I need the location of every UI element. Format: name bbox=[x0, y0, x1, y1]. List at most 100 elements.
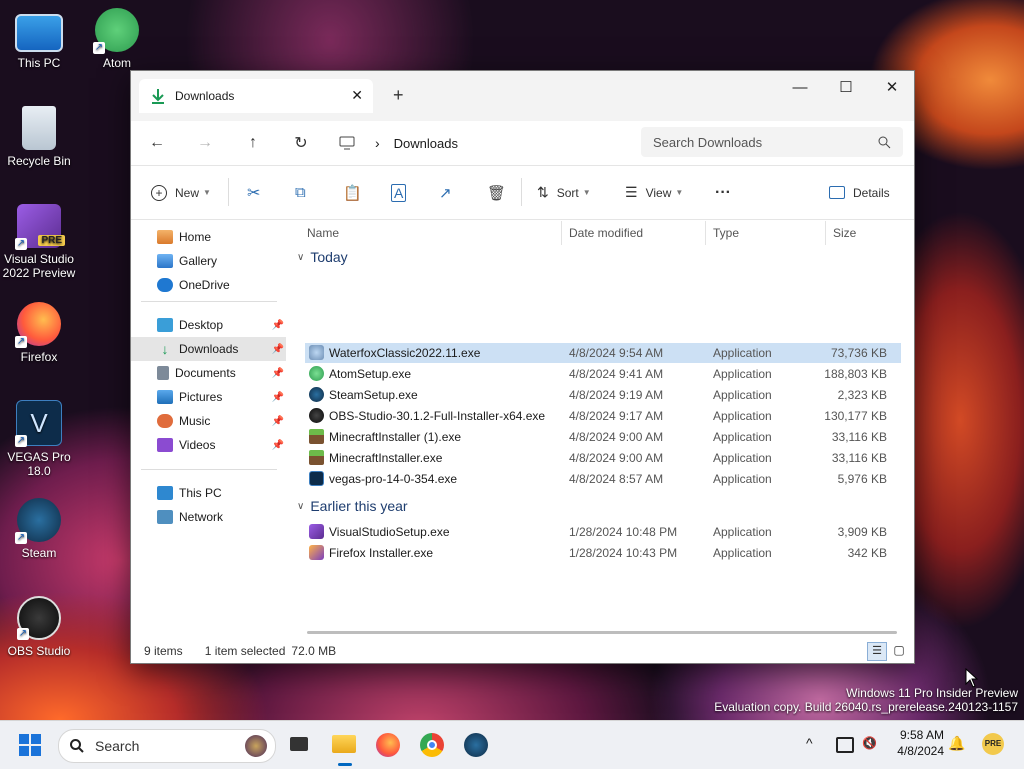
file-row[interactable]: VisualStudioSetup.exe 1/28/2024 10:48 PM… bbox=[305, 522, 901, 542]
copy-button[interactable]: ⧉ bbox=[295, 166, 306, 219]
taskbar-file-explorer[interactable] bbox=[330, 731, 358, 766]
tab-downloads[interactable]: Downloads ✕ bbox=[139, 79, 373, 113]
delete-button[interactable]: 🗑 bbox=[487, 166, 506, 219]
horizontal-scrollbar[interactable] bbox=[307, 631, 897, 634]
sidebar-item-label: Gallery bbox=[179, 254, 218, 268]
minimize-button[interactable]: — bbox=[777, 75, 823, 101]
maximize-button[interactable]: ☐ bbox=[823, 75, 869, 101]
file-row[interactable]: vegas-pro-14-0-354.exe 4/8/2024 8:57 AM … bbox=[305, 469, 901, 489]
details-view-button[interactable]: ☰ bbox=[867, 642, 887, 661]
sidebar-item-downloads[interactable]: ↓ Downloads 📌 bbox=[131, 337, 286, 361]
desktop-icon-obs-studio[interactable]: ↗ OBS Studio bbox=[1, 596, 77, 658]
share-button[interactable]: ↗ bbox=[439, 166, 452, 219]
close-button[interactable]: ✕ bbox=[869, 75, 915, 101]
desktop-icon-recycle-bin[interactable]: Recycle Bin bbox=[1, 106, 77, 168]
sidebar-item-pictures[interactable]: Pictures 📌 bbox=[131, 385, 286, 409]
rename-button[interactable]: A bbox=[391, 166, 407, 219]
taskbar-chrome[interactable] bbox=[418, 731, 446, 759]
close-tab-icon[interactable]: ✕ bbox=[351, 87, 363, 104]
download-icon bbox=[152, 89, 164, 104]
column-divider bbox=[825, 221, 826, 245]
new-tab-button[interactable]: + bbox=[393, 85, 404, 106]
details-pane-button[interactable]: Details bbox=[829, 166, 890, 219]
group-label: Earlier this year bbox=[310, 498, 408, 514]
file-row[interactable]: Firefox Installer.exe 1/28/2024 10:43 PM… bbox=[305, 543, 901, 563]
task-view-button[interactable] bbox=[286, 731, 314, 759]
file-date: 4/8/2024 9:00 AM bbox=[569, 451, 664, 465]
desktop-icon-steam[interactable]: ↗ Steam bbox=[1, 498, 77, 560]
vegas-pro-icon: V ↗ bbox=[15, 400, 62, 447]
scissors-icon: ✂ bbox=[247, 184, 261, 202]
sidebar-divider bbox=[141, 469, 277, 470]
search-highlight-icon bbox=[245, 735, 267, 757]
taskbar-firefox[interactable] bbox=[374, 731, 402, 759]
file-type: Application bbox=[713, 346, 772, 360]
desktop-icon-firefox[interactable]: ↗ Firefox bbox=[1, 302, 77, 364]
sidebar-item-music[interactable]: Music 📌 bbox=[131, 409, 286, 433]
mouse-cursor-icon bbox=[965, 668, 979, 688]
tiles-view-button[interactable]: ▢ bbox=[891, 642, 907, 658]
desktop-icon-label: Firefox bbox=[20, 350, 58, 364]
file-size: 342 KB bbox=[847, 546, 887, 560]
sidebar-item-desktop[interactable]: Desktop 📌 bbox=[131, 313, 286, 337]
file-row[interactable]: AtomSetup.exe 4/8/2024 9:41 AM Applicati… bbox=[305, 364, 901, 384]
group-header-earlier-this-year[interactable]: ∨ Earlier this year bbox=[297, 498, 408, 514]
file-row[interactable]: MinecraftInstaller (1).exe 4/8/2024 9:00… bbox=[305, 427, 901, 447]
insider-badge-icon[interactable]: PRE bbox=[982, 733, 1004, 755]
taskbar-steam[interactable] bbox=[462, 731, 490, 759]
breadcrumb-current[interactable]: Downloads bbox=[394, 136, 458, 151]
file-date: 4/8/2024 9:00 AM bbox=[569, 430, 664, 444]
sidebar-item-gallery[interactable]: Gallery bbox=[131, 249, 286, 273]
new-button[interactable]: + New ▼ bbox=[151, 166, 211, 219]
sidebar-item-home[interactable]: Home bbox=[131, 225, 286, 249]
tab-title: Downloads bbox=[175, 89, 235, 103]
pin-icon: 📌 bbox=[271, 343, 284, 355]
desktop-icon-vegas-pro[interactable]: V ↗ VEGAS Pro 18.0 bbox=[1, 400, 77, 478]
file-row[interactable]: MinecraftInstaller.exe 4/8/2024 9:00 AM … bbox=[305, 448, 901, 468]
desktop-icon-atom[interactable]: ↗ Atom bbox=[79, 8, 155, 70]
show-hidden-icons-button[interactable]: ^ bbox=[806, 735, 813, 751]
search-box[interactable]: Search Downloads bbox=[641, 127, 903, 157]
forward-button[interactable]: → bbox=[189, 134, 221, 152]
desktop-icon-this-pc[interactable]: This PC bbox=[1, 10, 77, 70]
back-button[interactable]: ← bbox=[141, 134, 173, 152]
start-button[interactable] bbox=[18, 733, 42, 757]
file-row[interactable]: OBS-Studio-30.1.2-Full-Installer-x64.exe… bbox=[305, 406, 901, 426]
paste-button[interactable]: 📋 bbox=[343, 166, 362, 219]
shortcut-arrow-icon: ↗ bbox=[15, 238, 27, 250]
up-button[interactable]: ↑ bbox=[237, 134, 269, 152]
desktop-icon-label: OBS Studio bbox=[7, 644, 71, 658]
more-options-button[interactable]: ··· bbox=[715, 166, 731, 219]
address-bar[interactable]: › Downloads bbox=[339, 127, 623, 159]
sidebar-item-videos[interactable]: Videos 📌 bbox=[131, 433, 286, 457]
notification-bell-icon[interactable]: 🔔 bbox=[948, 735, 965, 752]
pin-icon: 📌 bbox=[271, 367, 284, 379]
column-header-type[interactable]: Type bbox=[713, 219, 739, 247]
network-status-icon[interactable] bbox=[836, 737, 854, 753]
group-header-today[interactable]: ∨ Today bbox=[297, 249, 348, 265]
file-row[interactable]: SteamSetup.exe 4/8/2024 9:19 AM Applicat… bbox=[305, 385, 901, 405]
column-header-date[interactable]: Date modified bbox=[569, 219, 643, 247]
file-row[interactable]: WaterfoxClassic2022.11.exe 4/8/2024 9:54… bbox=[305, 343, 901, 363]
atom-icon bbox=[309, 366, 324, 381]
refresh-button[interactable]: ↻ bbox=[285, 133, 317, 153]
column-header-name[interactable]: Name bbox=[307, 219, 339, 247]
sidebar-item-onedrive[interactable]: OneDrive bbox=[131, 273, 286, 297]
search-input[interactable]: Search Downloads bbox=[653, 135, 877, 150]
desktop-icon-visual-studio[interactable]: ↗ PRE Visual Studio 2022 Preview bbox=[1, 204, 77, 280]
pin-icon: 📌 bbox=[271, 415, 284, 427]
sidebar-item-this-pc[interactable]: This PC bbox=[131, 481, 286, 505]
sidebar-item-documents[interactable]: Documents 📌 bbox=[131, 361, 286, 385]
toolbar-divider bbox=[228, 178, 229, 206]
cut-button[interactable]: ✂ bbox=[247, 166, 260, 219]
sidebar-item-network[interactable]: Network bbox=[131, 505, 286, 529]
taskbar-search[interactable]: Search bbox=[58, 729, 276, 763]
sidebar-item-label: Desktop bbox=[179, 318, 224, 332]
clock[interactable]: 9:58 AM 4/8/2024 bbox=[888, 727, 944, 759]
column-header-size[interactable]: Size bbox=[833, 219, 856, 247]
sort-button[interactable]: ⇅ Sort ▼ bbox=[537, 166, 591, 219]
search-icon bbox=[70, 739, 84, 753]
file-date: 1/28/2024 10:48 PM bbox=[569, 525, 678, 539]
volume-mute-icon[interactable]: 🔇 bbox=[862, 736, 877, 750]
view-button[interactable]: ☰ View ▼ bbox=[625, 166, 683, 219]
